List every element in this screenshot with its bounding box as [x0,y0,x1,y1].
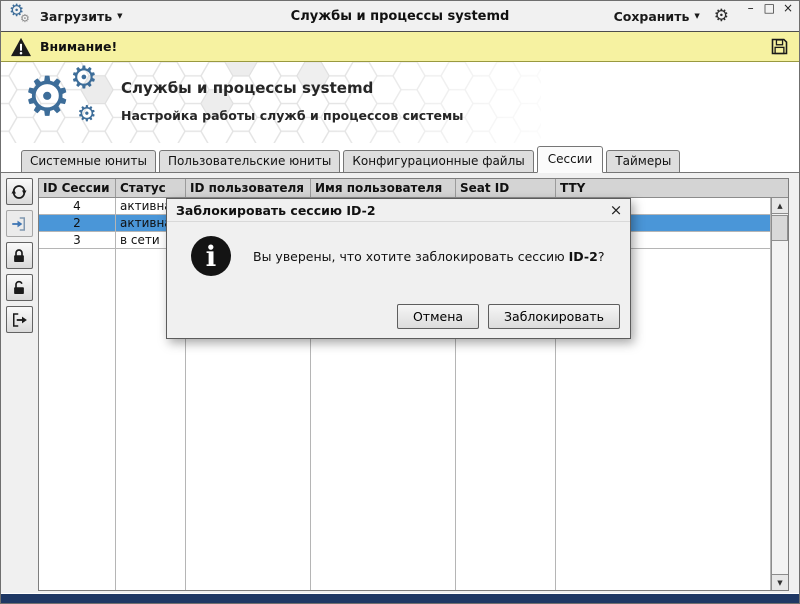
page-title: Службы и процессы systemd [121,79,374,97]
titlebar: ⚙ ⚙ Загрузить ▼ Службы и процессы system… [1,1,799,31]
login-arrow-icon [12,216,25,231]
scroll-up-button[interactable]: ▲ [772,198,788,214]
load-menu-button[interactable]: Загрузить ▼ [40,9,123,24]
dialog-body: i Вы уверены, что хотите заблокировать с… [167,222,630,276]
lock-icon [14,248,24,262]
tab-config-files[interactable]: Конфигурационные файлы [343,150,534,172]
tab-user-units[interactable]: Пользовательские юниты [158,150,341,172]
scroll-down-button[interactable]: ▼ [772,574,788,590]
dialog-session-id: ID-2 [568,248,598,264]
refresh-icon [11,184,27,199]
save-menu-button[interactable]: Сохранить ▼ [614,9,700,24]
cell-session-id: 2 [39,215,116,231]
save-menu-label: Сохранить [613,8,690,24]
column-header-seat-id[interactable]: Seat ID [456,179,556,197]
chevron-down-icon: ▼ [694,11,700,20]
column-header-user-id[interactable]: ID пользователя [186,179,311,197]
tab-timers[interactable]: Таймеры [606,150,681,172]
dialog-buttons: Отмена Заблокировать [396,304,620,329]
gear-icon: ⚙ [70,62,98,96]
gear-icon: ⚙ [77,102,97,127]
vertical-scrollbar[interactable]: ▲ ▼ [771,198,788,590]
save-file-icon[interactable] [769,36,790,57]
chevron-down-icon: ▼ [117,11,123,20]
dialog-titlebar: Заблокировать сессию ID-2 × [167,199,630,222]
tab-sessions[interactable]: Сессии [536,146,604,173]
confirm-lock-button[interactable]: Заблокировать [488,304,620,329]
cancel-button[interactable]: Отмена [396,304,480,329]
page-subtitle: Настройка работы служб и процессов систе… [121,108,464,123]
app-gears-icon: ⚙ ⚙ [9,3,33,28]
unlock-session-button[interactable] [5,274,33,301]
app-logo-gears-icon: ⚙ ⚙ ⚙ [23,63,123,138]
cell-session-id: 3 [39,232,116,248]
load-menu-label: Загрузить [40,8,113,24]
activate-session-button[interactable] [5,210,33,237]
gear-icon: ⚙ [20,12,30,25]
warning-text: Внимание! [40,39,118,54]
column-header-status[interactable]: Статус [116,179,186,197]
column-header-session-id[interactable]: ID Сессии [39,179,116,197]
unlock-icon [14,280,24,294]
refresh-button[interactable] [5,178,33,205]
app-header: ⚙ ⚙ ⚙ Службы и процессы systemd Настройк… [1,62,799,143]
app-window: ⚙ ⚙ Загрузить ▼ Службы и процессы system… [0,0,800,604]
dialog-message-text: Вы уверены, что хотите заблокировать сес… [253,248,569,264]
tab-bar: Системные юниты Пользовательские юниты К… [1,143,799,173]
warning-icon [11,37,31,56]
lock-session-dialog: Заблокировать сессию ID-2 × i Вы уверены… [166,198,631,339]
footer-bar [1,594,799,603]
scrollbar-thumb[interactable] [772,215,788,241]
window-title: Службы и процессы systemd [290,8,510,24]
dialog-title: Заблокировать сессию ID-2 [176,202,376,218]
gear-icon: ⚙ [23,65,72,128]
terminate-session-button[interactable] [5,306,33,333]
column-header-user-name[interactable]: Имя пользователя [311,179,456,197]
table-header-row: ID Сессии Статус ID пользователя Имя пол… [39,179,788,198]
cell-session-id: 4 [39,198,116,214]
side-toolbar [1,173,37,593]
tab-system-units[interactable]: Системные юниты [21,150,156,172]
settings-gear-icon[interactable]: ⚙ [714,7,729,25]
logout-icon [13,312,27,327]
lock-session-button[interactable] [5,242,33,269]
dialog-message: Вы уверены, что хотите заблокировать сес… [253,248,605,264]
column-header-tty[interactable]: TTY [556,179,788,197]
info-icon: i [191,236,231,276]
dialog-close-icon[interactable]: × [608,202,624,218]
warning-bar: Внимание! [1,31,799,62]
